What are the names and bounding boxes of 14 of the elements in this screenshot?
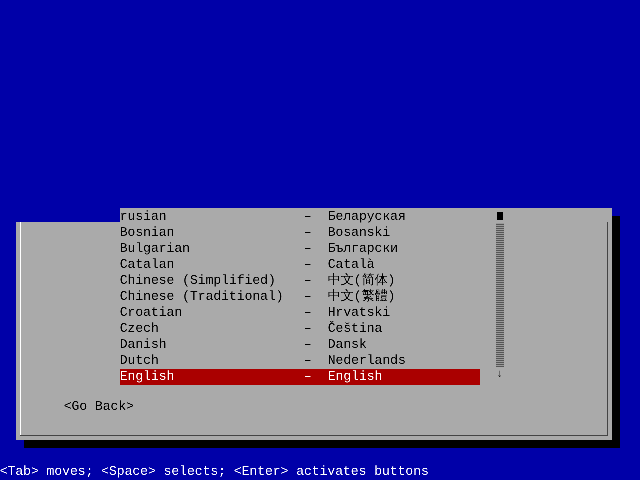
language-list-item[interactable]: rusian – Беларуская [120, 209, 480, 225]
language-list-item[interactable]: Dutch – Nederlands [120, 353, 480, 369]
language-list-item[interactable]: English – English [120, 369, 480, 385]
language-list-item[interactable]: Bosnian – Bosanski [120, 225, 480, 241]
go-back-button[interactable]: <Go Back> [64, 399, 134, 415]
language-list-item[interactable]: Czech – Čeština [120, 321, 480, 337]
language-list-item[interactable]: Catalan – Català [120, 257, 480, 273]
scroll-down-arrow[interactable]: ↓ [496, 367, 504, 383]
language-list-item[interactable]: Chinese (Simplified) – 中文(简体) [120, 273, 480, 289]
status-bar-text: <Tab> moves; <Space> selects; <Enter> activates buttons [0, 464, 430, 480]
language-list-item[interactable]: Danish – Dansk [120, 337, 480, 353]
language-list-item[interactable]: Croatian – Hrvatski [120, 305, 480, 321]
language-list-item[interactable]: Chinese (Traditional) – 中文(繁體) [120, 289, 480, 305]
language-list-item[interactable]: Bulgarian – Български [120, 241, 480, 257]
